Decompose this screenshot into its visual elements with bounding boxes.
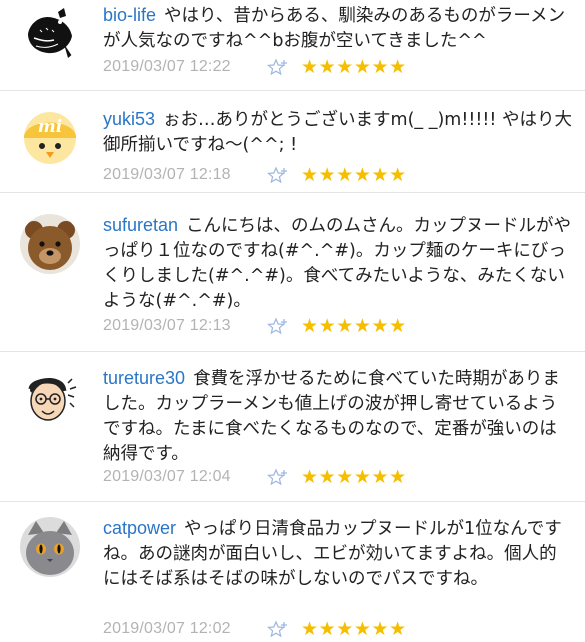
comment-meta: 2019/03/07 12:04 ★★★★★★	[103, 466, 407, 488]
comment-timestamp: 2019/03/07 12:22	[103, 58, 231, 75]
comment-body: tureture30 食費を浮かせるために食べていた時期がありました。カップラーメ…	[103, 366, 573, 467]
comment-timestamp: 2019/03/07 12:04	[103, 468, 231, 485]
add-star-icon[interactable]	[266, 166, 289, 184]
comment-body: sufuretan こんにちは、のムのムさん。カップヌードルがやっぱり１位なのです…	[103, 213, 573, 314]
star-rating: ★★★★★★	[301, 617, 407, 640]
comment-text: ぉお…ありがとうございますm(_ _)m!!!!! やはり大御所揃いですね〜(^…	[103, 110, 572, 155]
comment-username[interactable]: yuki53	[103, 109, 155, 129]
comment-meta: 2019/03/07 12:02 ★★★★★★	[103, 618, 407, 640]
comment-item: mi yuki53 ぉお…ありがとうございますm(_ _)m!!!!! やはり大御…	[0, 90, 585, 192]
comment-username[interactable]: catpower	[103, 518, 176, 538]
teddy-bear-avatar[interactable]	[20, 214, 80, 274]
gray-cat-avatar[interactable]	[20, 517, 80, 577]
svg-text:mi: mi	[38, 117, 62, 137]
add-star-icon[interactable]	[266, 468, 289, 486]
comment-username[interactable]: tureture30	[103, 368, 185, 388]
add-star-icon[interactable]	[266, 317, 289, 335]
comment-item: catpower やっぱり日清食品カップヌードルが1位なんですね。あの謎肉が面白い…	[0, 501, 585, 640]
comment-item: tureture30 食費を浮かせるために食べていた時期がありました。カップラーメ…	[0, 351, 585, 501]
comment-item: sufuretan こんにちは、のムのムさん。カップヌードルがやっぱり１位なのです…	[0, 192, 585, 351]
comment-timestamp: 2019/03/07 12:18	[103, 166, 231, 183]
comment-text: やはり、昔からある、馴染みのあるものがラーメンが人気なのですね^^bお腹が空いて…	[103, 6, 566, 51]
star-rating: ★★★★★★	[301, 314, 407, 337]
comment-meta: 2019/03/07 12:18 ★★★★★★	[103, 164, 407, 186]
comment-meta: 2019/03/07 12:13 ★★★★★★	[103, 315, 407, 337]
bird-silhouette-avatar[interactable]	[20, 4, 80, 64]
comment-username[interactable]: sufuretan	[103, 215, 178, 235]
star-rating: ★★★★★★	[301, 465, 407, 488]
comment-meta: 2019/03/07 12:22 ★★★★★★	[103, 56, 407, 78]
add-star-icon[interactable]	[266, 58, 289, 76]
star-rating: ★★★★★★	[301, 163, 407, 186]
comment-timestamp: 2019/03/07 12:02	[103, 620, 231, 637]
comment-body: yuki53 ぉお…ありがとうございますm(_ _)m!!!!! やはり大御所揃い…	[103, 107, 573, 158]
star-rating: ★★★★★★	[301, 55, 407, 78]
comment-item: bio-life やはり、昔からある、馴染みのあるものがラーメンが人気なのですね^…	[0, 0, 585, 90]
comment-body: bio-life やはり、昔からある、馴染みのあるものがラーメンが人気なのですね^…	[103, 3, 573, 54]
cartoon-man-glasses-avatar[interactable]	[20, 367, 80, 427]
comment-timestamp: 2019/03/07 12:13	[103, 317, 231, 334]
add-star-icon[interactable]	[266, 620, 289, 638]
comment-username[interactable]: bio-life	[103, 5, 156, 25]
comment-body: catpower やっぱり日清食品カップヌードルが1位なんですね。あの謎肉が面白い…	[103, 516, 573, 592]
yellow-chick-avatar[interactable]: mi	[20, 106, 80, 166]
